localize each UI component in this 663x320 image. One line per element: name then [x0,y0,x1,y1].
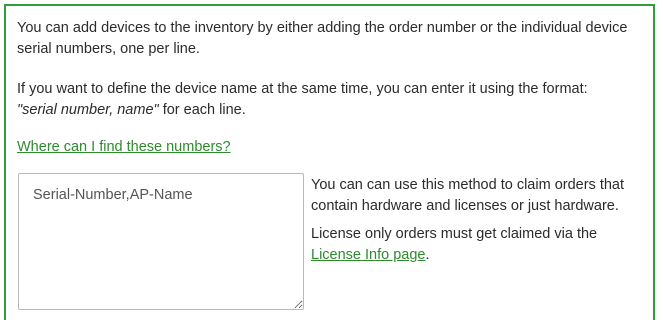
license-note-text: License only orders must get claimed via… [311,226,598,242]
claim-devices-panel: You can add devices to the inventory by … [4,4,655,320]
format-intro-text: If you want to define the device name at… [17,81,588,97]
side-notes: You can can use this method to claim ord… [311,175,651,273]
license-note-period: . [425,247,430,263]
format-suffix-text: for each line. [158,102,246,118]
license-info-page-link[interactable]: License Info page [311,247,425,263]
format-example: "serial number, name" [17,102,159,118]
instructions-paragraph-2: If you want to define the device name at… [17,79,653,121]
instructions-paragraph-1: You can add devices to the inventory by … [17,20,628,57]
serial-numbers-textarea[interactable] [18,173,304,310]
find-numbers-link[interactable]: Where can I find these numbers? [17,137,231,158]
claim-method-note: You can can use this method to claim ord… [311,177,625,214]
license-only-note: License only orders must get claimed via… [311,224,651,266]
